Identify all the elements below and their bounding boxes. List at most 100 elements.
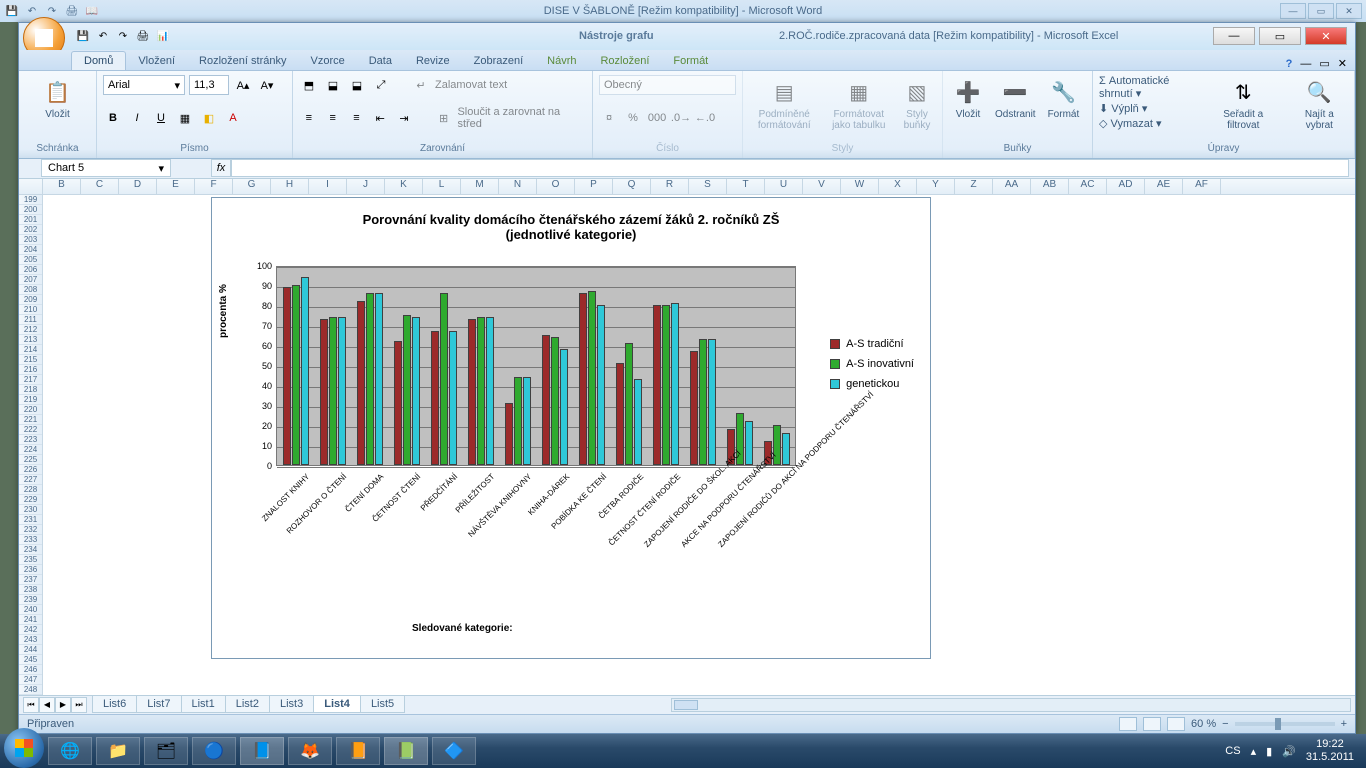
row-header[interactable]: 240 (19, 605, 42, 615)
row-header[interactable]: 247 (19, 675, 42, 685)
row-header[interactable]: 231 (19, 515, 42, 525)
sort-filter-button[interactable]: ⇅Seřadit a filtrovat (1208, 75, 1279, 135)
row-header[interactable]: 202 (19, 225, 42, 235)
taskbar-app-icon[interactable]: 🗂 (144, 737, 188, 765)
tab-rozlozeni-stranky[interactable]: Rozložení stránky (187, 52, 298, 70)
merge-button[interactable]: ⊞ (434, 108, 454, 128)
align-left-icon[interactable]: ≡ (299, 108, 319, 128)
row-header[interactable]: 216 (19, 365, 42, 375)
indent-dec-icon[interactable]: ⇤ (370, 108, 390, 128)
word-close[interactable]: ✕ (1336, 3, 1362, 19)
tab-revize[interactable]: Revize (404, 52, 462, 70)
mdi-restore[interactable]: ▭ (1319, 57, 1329, 70)
underline-button[interactable]: U (151, 108, 171, 128)
col-header[interactable]: C (81, 179, 119, 194)
word-maximize[interactable]: ▭ (1308, 3, 1334, 19)
col-header[interactable]: E (157, 179, 195, 194)
zoom-out-icon[interactable]: − (1222, 718, 1228, 730)
row-header[interactable]: 208 (19, 285, 42, 295)
align-bottom-icon[interactable]: ⬓ (347, 75, 367, 95)
row-header[interactable]: 207 (19, 275, 42, 285)
zoom-in-icon[interactable]: + (1341, 718, 1347, 730)
row-header[interactable]: 221 (19, 415, 42, 425)
row-header[interactable]: 232 (19, 525, 42, 535)
row-header[interactable]: 224 (19, 445, 42, 455)
save-icon[interactable]: 💾 (4, 3, 20, 19)
view-layout-icon[interactable] (1143, 717, 1161, 731)
row-header[interactable]: 201 (19, 215, 42, 225)
book-icon[interactable]: 📖 (84, 3, 100, 19)
col-header[interactable]: AD (1107, 179, 1145, 194)
align-middle-icon[interactable]: ⬓ (323, 75, 343, 95)
taskbar-firefox-icon[interactable]: 🦊 (288, 737, 332, 765)
col-header[interactable]: X (879, 179, 917, 194)
row-header[interactable]: 213 (19, 335, 42, 345)
redo-icon[interactable]: ↷ (115, 28, 131, 44)
word-minimize[interactable]: — (1280, 3, 1306, 19)
border-button[interactable]: ▦ (175, 108, 195, 128)
tab-zobrazeni[interactable]: Zobrazení (462, 52, 536, 70)
row-header[interactable]: 204 (19, 245, 42, 255)
select-all-corner[interactable] (19, 179, 43, 194)
tab-vlozeni[interactable]: Vložení (126, 52, 187, 70)
sheet-tab[interactable]: List7 (136, 696, 181, 713)
row-header[interactable]: 226 (19, 465, 42, 475)
taskbar-powerpoint-icon[interactable]: 📙 (336, 737, 380, 765)
wrap-text-button[interactable]: ↵ (411, 75, 431, 95)
cell-styles-button[interactable]: ▧Styly buňky (898, 75, 936, 133)
col-header[interactable]: Z (955, 179, 993, 194)
align-center-icon[interactable]: ≡ (323, 108, 343, 128)
delete-cells-button[interactable]: ➖Odstranit (991, 75, 1040, 122)
col-header[interactable]: AC (1069, 179, 1107, 194)
horizontal-scrollbar[interactable] (671, 698, 1351, 712)
align-top-icon[interactable]: ⬒ (299, 75, 319, 95)
col-header[interactable]: V (803, 179, 841, 194)
col-header[interactable]: H (271, 179, 309, 194)
row-header[interactable]: 245 (19, 655, 42, 665)
sheet-prev-icon[interactable]: ◀ (39, 697, 55, 713)
thousands-icon[interactable]: 000 (647, 108, 667, 128)
taskbar-ie-icon[interactable]: 🌐 (48, 737, 92, 765)
cond-format-button[interactable]: ▤Podmíněné formátování (749, 75, 820, 133)
bold-button[interactable]: B (103, 108, 123, 128)
row-header[interactable]: 239 (19, 595, 42, 605)
row-header[interactable]: 228 (19, 485, 42, 495)
tray-network-icon[interactable]: ▮ (1266, 745, 1272, 758)
inc-decimal-icon[interactable]: .0→ (671, 108, 691, 128)
col-header[interactable]: Y (917, 179, 955, 194)
paste-button[interactable]: 📋Vložit (25, 75, 90, 122)
lang-indicator[interactable]: CS (1225, 745, 1240, 757)
formula-input[interactable] (231, 159, 1349, 177)
help-icon[interactable]: ? (1286, 58, 1293, 70)
view-normal-icon[interactable] (1119, 717, 1137, 731)
shrink-font-icon[interactable]: A▾ (257, 75, 277, 95)
col-header[interactable]: AE (1145, 179, 1183, 194)
cells-area[interactable]: Porovnání kvality domácího čtenářského z… (43, 195, 1355, 695)
col-header[interactable]: T (727, 179, 765, 194)
row-header[interactable]: 241 (19, 615, 42, 625)
fx-icon[interactable]: fx (211, 159, 231, 177)
sheet-tab[interactable]: List4 (313, 696, 361, 713)
sheet-tab[interactable]: List1 (181, 696, 226, 713)
col-header[interactable]: P (575, 179, 613, 194)
row-header[interactable]: 210 (19, 305, 42, 315)
orientation-icon[interactable]: ⤢ (371, 75, 391, 95)
chart-icon[interactable]: 📊 (155, 28, 171, 44)
row-header[interactable]: 229 (19, 495, 42, 505)
italic-button[interactable]: I (127, 108, 147, 128)
fill-button[interactable]: ⬇ Výplň ▾ (1099, 102, 1196, 115)
row-header[interactable]: 225 (19, 455, 42, 465)
font-size-combo[interactable]: 11,3 (189, 75, 229, 95)
name-box[interactable]: Chart 5▾ (41, 159, 171, 177)
col-header[interactable]: W (841, 179, 879, 194)
col-header[interactable]: D (119, 179, 157, 194)
col-header[interactable]: K (385, 179, 423, 194)
row-header[interactable]: 200 (19, 205, 42, 215)
sheet-tab[interactable]: List3 (269, 696, 314, 713)
tab-vzorce[interactable]: Vzorce (298, 52, 356, 70)
row-header[interactable]: 199 (19, 195, 42, 205)
col-header[interactable]: AF (1183, 179, 1221, 194)
row-header[interactable]: 246 (19, 665, 42, 675)
col-header[interactable]: J (347, 179, 385, 194)
row-header[interactable]: 235 (19, 555, 42, 565)
